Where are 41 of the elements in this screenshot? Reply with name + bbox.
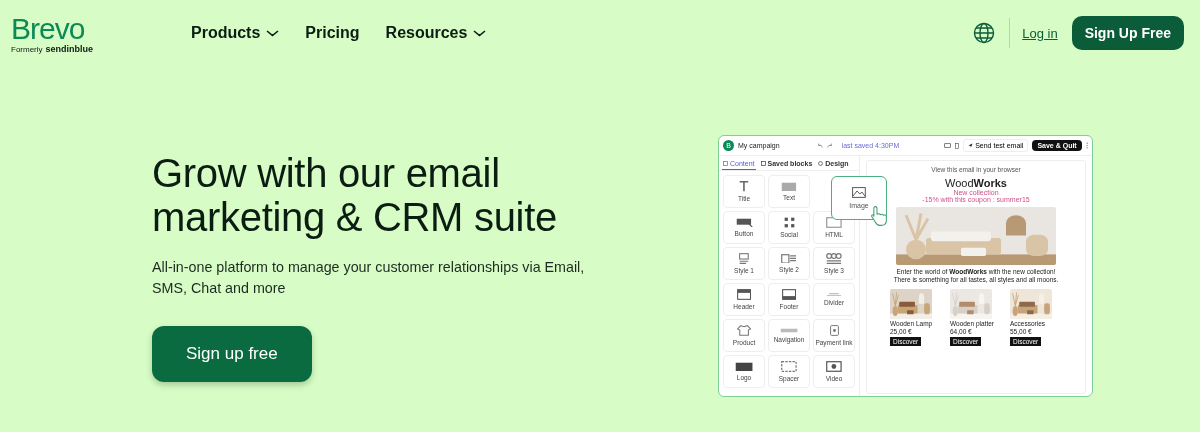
nav-link[interactable]: Products	[191, 24, 280, 42]
block-icon	[739, 253, 749, 264]
block-icon	[779, 328, 799, 333]
block-icon	[826, 292, 842, 297]
block-icon	[826, 253, 842, 264]
sign-up-button[interactable]: Sign Up Free	[1071, 16, 1184, 50]
logo-tagline: Formerly	[11, 45, 43, 54]
desktop-icon	[944, 143, 952, 148]
image-icon	[852, 187, 866, 198]
send-icon	[968, 143, 974, 148]
globe-icon[interactable]	[973, 22, 996, 44]
login-link[interactable]: Log in	[1022, 25, 1058, 41]
blocks-icon	[760, 161, 766, 166]
block-icon	[739, 181, 749, 192]
block-icon	[781, 361, 797, 372]
email-brand: WoodWorks	[945, 177, 1007, 189]
nav-link[interactable]: Resources	[385, 24, 487, 42]
block-icon	[783, 217, 795, 228]
block-icon	[736, 325, 752, 336]
content-icon	[723, 161, 728, 166]
logo[interactable]: Brevo	[11, 14, 191, 44]
subtitle: All-in-one platform to manage your customer relationships via Email, SMS, Chat and more	[152, 257, 586, 298]
more-icon	[1085, 142, 1088, 149]
redo-icon	[826, 143, 832, 148]
block-icon	[781, 253, 797, 264]
logo-tagline-brand: sendinblue	[45, 44, 94, 54]
mobile-icon	[955, 142, 960, 149]
block-icon	[829, 325, 839, 336]
block-icon	[781, 181, 797, 192]
sign-up-button[interactable]: Sign up free	[152, 325, 312, 382]
nav-link[interactable]: Pricing	[305, 24, 360, 42]
block-icon	[735, 217, 753, 228]
hand-cursor-icon	[871, 206, 887, 226]
undo-icon	[817, 143, 823, 148]
block-icon	[826, 361, 842, 372]
block-icon	[734, 361, 754, 372]
headline: marketing & CRM suite	[152, 194, 558, 239]
block-icon	[736, 289, 752, 300]
palette-icon	[818, 161, 824, 166]
block-icon	[781, 289, 797, 300]
headline: Grow with our email	[152, 150, 501, 195]
